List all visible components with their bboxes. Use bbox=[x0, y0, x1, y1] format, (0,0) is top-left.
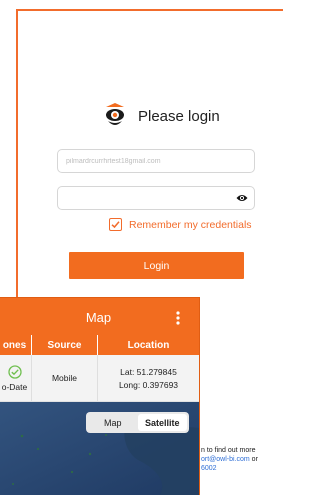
help-line-2-suffix: or bbox=[249, 456, 258, 463]
column-header-source: Source bbox=[31, 335, 97, 355]
check-mark-icon bbox=[111, 221, 120, 229]
map-type-satellite[interactable]: Satellite bbox=[137, 414, 187, 431]
status-text: o-Date bbox=[1, 381, 28, 392]
latitude-text: Lat: 51.279845 bbox=[120, 366, 177, 377]
remember-credentials[interactable]: Remember my credentials bbox=[109, 218, 252, 231]
login-header: Please login bbox=[104, 102, 220, 130]
map-panel-header: Map bbox=[0, 298, 199, 336]
remember-label: Remember my credentials bbox=[129, 218, 252, 231]
eye-icon[interactable] bbox=[236, 193, 248, 203]
password-field[interactable] bbox=[57, 186, 255, 210]
login-card: Please login Remember my credentials Log… bbox=[16, 9, 283, 311]
password-input[interactable] bbox=[58, 187, 236, 210]
satellite-map[interactable]: Map Satellite bbox=[0, 402, 199, 495]
status-cell: o-Date bbox=[0, 355, 31, 401]
help-text: n to find out more ort@owl-bi.com or 600… bbox=[201, 446, 258, 473]
login-title: Please login bbox=[138, 107, 220, 125]
map-type-map[interactable]: Map bbox=[88, 414, 138, 431]
support-email-link[interactable]: ort@owl-bi.com bbox=[201, 456, 250, 463]
map-panel-title: Map bbox=[85, 309, 112, 325]
checkbox-checked-icon[interactable] bbox=[109, 218, 122, 231]
owl-logo-icon bbox=[106, 103, 124, 125]
support-phone-link[interactable]: 6002 bbox=[201, 465, 217, 472]
email-field[interactable] bbox=[57, 149, 255, 173]
map-panel: Map ones Source Location o-Date Mobile L… bbox=[0, 298, 199, 495]
app-screen: Please login Remember my credentials Log… bbox=[0, 0, 283, 495]
table-row: o-Date Mobile Lat: 51.279845 Long: 0.397… bbox=[0, 355, 199, 402]
more-vert-icon[interactable] bbox=[176, 311, 180, 325]
map-type-toggle[interactable]: Map Satellite bbox=[86, 412, 189, 433]
column-header-location: Location bbox=[97, 335, 199, 355]
source-text: Mobile bbox=[51, 373, 78, 383]
column-header-status: ones bbox=[2, 339, 27, 351]
longitude-text: Long: 0.397693 bbox=[118, 379, 179, 390]
email-input[interactable] bbox=[58, 150, 236, 173]
location-cell: Lat: 51.279845 Long: 0.397693 bbox=[97, 355, 199, 401]
table-header: ones Source Location bbox=[0, 335, 199, 355]
login-button[interactable]: Login bbox=[69, 252, 244, 279]
help-line-1: n to find out more bbox=[201, 447, 256, 454]
check-circle-icon bbox=[7, 364, 22, 379]
source-cell: Mobile bbox=[31, 355, 97, 401]
